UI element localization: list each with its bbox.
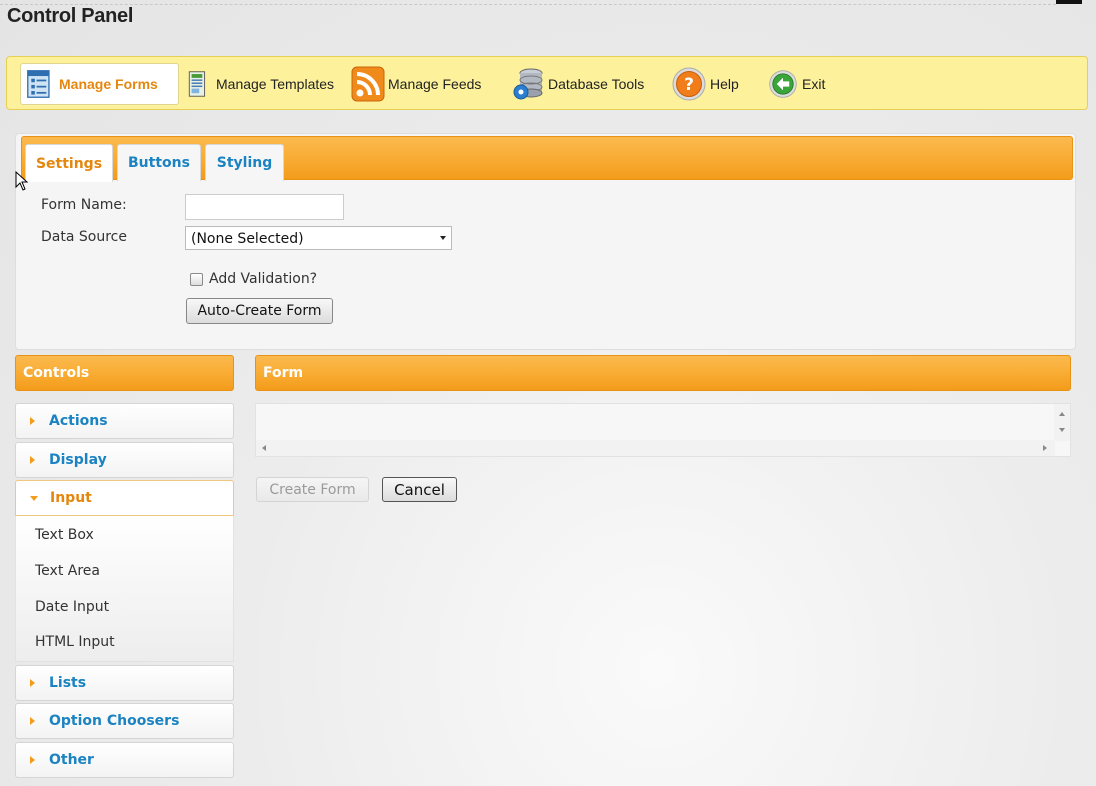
accordion-label: Option Choosers xyxy=(49,713,180,729)
scroll-down-icon[interactable] xyxy=(1059,428,1065,432)
controls-header: Controls xyxy=(15,355,234,391)
control-item-html-input[interactable]: HTML Input xyxy=(35,634,115,650)
toolbar-item-label: Database Tools xyxy=(548,76,645,92)
accordion-label: Lists xyxy=(49,675,87,691)
scroll-right-icon[interactable] xyxy=(1043,445,1047,451)
accordion-label: Display xyxy=(49,452,107,468)
toolbar-manage-forms-button[interactable]: Manage Forms xyxy=(20,63,179,105)
control-item-date-input[interactable]: Date Input xyxy=(35,599,109,615)
settings-tabbar: Settings Buttons Styling xyxy=(21,136,1073,182)
accordion-label: Other xyxy=(49,752,94,768)
form-canvas[interactable] xyxy=(255,403,1071,457)
accordion-display[interactable]: Display xyxy=(15,442,234,478)
control-item-text-area[interactable]: Text Area xyxy=(35,563,100,579)
tab-settings[interactable]: Settings xyxy=(25,144,113,182)
form-name-input[interactable] xyxy=(185,194,344,220)
accordion-input[interactable]: Input xyxy=(15,480,234,516)
toolbar-manage-templates-button[interactable]: Manage Templates xyxy=(187,63,337,105)
templates-icon xyxy=(188,71,206,97)
chevron-right-icon xyxy=(30,756,35,764)
data-source-select[interactable]: (None Selected) xyxy=(185,226,452,250)
chevron-right-icon xyxy=(30,456,35,464)
main-toolbar: Manage Forms Manage Templates Manage Fee… xyxy=(6,56,1088,110)
toolbar-manage-feeds-button[interactable]: Manage Feeds xyxy=(351,63,496,105)
tab-buttons[interactable]: Buttons xyxy=(117,144,201,181)
horizontal-scrollbar[interactable] xyxy=(256,440,1055,456)
auto-create-form-button[interactable]: Auto-Create Form xyxy=(186,298,333,324)
accordion-lists[interactable]: Lists xyxy=(15,665,234,701)
top-border xyxy=(0,4,1056,5)
add-validation-label: Add Validation? xyxy=(209,271,318,287)
page-title: Control Panel xyxy=(7,5,134,27)
toolbar-item-label: Manage Templates xyxy=(216,76,335,92)
create-form-button[interactable]: Create Form xyxy=(256,477,369,502)
svg-text:?: ? xyxy=(684,75,694,95)
form-header: Form xyxy=(255,355,1071,391)
accordion-option-choosers[interactable]: Option Choosers xyxy=(15,703,234,739)
vertical-scrollbar[interactable] xyxy=(1054,404,1070,441)
rss-icon xyxy=(351,66,385,102)
scroll-up-icon[interactable] xyxy=(1059,412,1065,416)
toolbar-item-label: Help xyxy=(710,76,739,92)
help-icon: ? xyxy=(672,67,706,101)
add-validation-checkbox[interactable] xyxy=(190,273,203,286)
toolbar-item-label: Manage Feeds xyxy=(388,76,482,92)
chevron-right-icon xyxy=(30,679,35,687)
accordion-actions[interactable]: Actions xyxy=(15,403,234,439)
settings-panel: Settings Buttons Styling xyxy=(15,133,1076,350)
toolbar-help-button[interactable]: ? Help xyxy=(671,63,751,105)
toolbar-exit-button[interactable]: Exit xyxy=(767,63,832,105)
data-source-label: Data Source xyxy=(41,229,127,245)
chevron-right-icon xyxy=(30,417,35,425)
cancel-button[interactable]: Cancel xyxy=(382,477,457,502)
data-source-value: (None Selected) xyxy=(191,231,304,247)
chevron-down-icon xyxy=(30,495,38,501)
accordion-label: Input xyxy=(50,490,92,506)
control-item-text-box[interactable]: Text Box xyxy=(35,527,94,543)
accordion-input-content: Text Box Text Area Date Input HTML Input xyxy=(15,516,234,662)
toolbar-item-label: Exit xyxy=(802,76,826,92)
accordion-label: Actions xyxy=(49,413,108,429)
tab-styling[interactable]: Styling xyxy=(205,144,284,181)
scroll-left-icon[interactable] xyxy=(262,445,266,451)
forms-icon xyxy=(27,70,50,98)
database-gear-icon xyxy=(513,68,543,100)
top-edge-marker xyxy=(1056,0,1082,4)
accordion-other[interactable]: Other xyxy=(15,742,234,778)
chevron-right-icon xyxy=(30,717,35,725)
form-name-label: Form Name: xyxy=(41,197,127,213)
exit-icon xyxy=(769,70,797,98)
mouse-cursor-icon xyxy=(15,171,29,191)
chevron-down-icon xyxy=(440,236,446,240)
toolbar-database-tools-button[interactable]: Database Tools xyxy=(511,63,656,105)
toolbar-item-label: Manage Forms xyxy=(59,76,158,92)
